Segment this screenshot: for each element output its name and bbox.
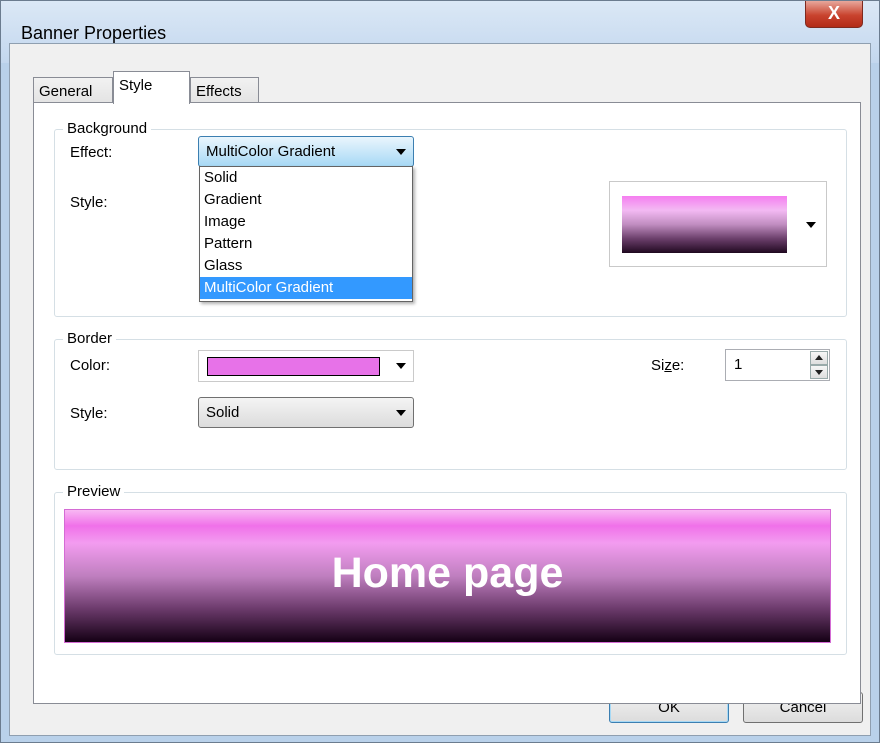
gradient-swatch (622, 196, 787, 253)
preview-group: Preview Home page (54, 483, 847, 655)
dialog-title: Banner Properties (21, 23, 167, 43)
effect-value: MultiColor Gradient (206, 143, 336, 160)
background-group-label: Background (63, 120, 152, 137)
banner-properties-dialog: Banner Properties X General Style Effect… (0, 0, 880, 743)
tab-label: General (39, 83, 93, 100)
close-icon: X (827, 3, 840, 23)
tab-effects[interactable]: Effects (190, 77, 259, 103)
size-value: 1 (734, 356, 743, 373)
size-spinner[interactable]: 1 (725, 349, 830, 381)
banner-preview: Home page (64, 509, 831, 643)
chevron-down-icon (396, 149, 406, 155)
background-style-label: Style: (70, 194, 108, 211)
effect-option[interactable]: Pattern (200, 233, 412, 255)
effect-option-selected[interactable]: MultiColor Gradient (200, 277, 412, 299)
effect-dropdown[interactable]: MultiColor Gradient (198, 136, 414, 167)
effect-option[interactable]: Image (200, 211, 412, 233)
spin-buttons (810, 351, 828, 379)
effect-option[interactable]: Gradient (200, 189, 412, 211)
border-color-swatch (207, 357, 380, 376)
chevron-down-icon (396, 363, 406, 369)
close-button[interactable]: X (805, 1, 863, 28)
border-color-picker[interactable] (198, 350, 414, 382)
tab-label: Style (119, 77, 153, 94)
chevron-down-icon (396, 410, 406, 416)
spin-up-icon[interactable] (810, 351, 828, 365)
size-label: Size: (651, 357, 685, 374)
border-style-label: Style: (70, 405, 108, 422)
tab-style[interactable]: Style (113, 71, 190, 104)
gradient-style-picker[interactable] (609, 181, 827, 267)
spin-down-icon[interactable] (810, 365, 828, 379)
effect-label: Effect: (70, 144, 113, 161)
dialog-client-area: General Style Effects Background Effect:… (9, 43, 871, 736)
style-tab-panel: Background Effect: MultiColor Gradient S… (33, 102, 861, 704)
border-group-label: Border (63, 330, 117, 347)
tab-label: Effects (196, 83, 242, 100)
banner-preview-text: Home page (331, 549, 564, 597)
preview-group-label: Preview (63, 483, 125, 500)
border-style-value: Solid (206, 404, 240, 421)
chevron-down-icon (806, 222, 816, 228)
effect-options-list: Solid Gradient Image Pattern Glass Multi… (199, 166, 413, 302)
border-color-label: Color: (70, 357, 111, 374)
effect-option[interactable]: Glass (200, 255, 412, 277)
effect-option[interactable]: Solid (200, 167, 412, 189)
tab-general[interactable]: General (33, 77, 113, 103)
border-style-dropdown[interactable]: Solid (198, 397, 414, 428)
